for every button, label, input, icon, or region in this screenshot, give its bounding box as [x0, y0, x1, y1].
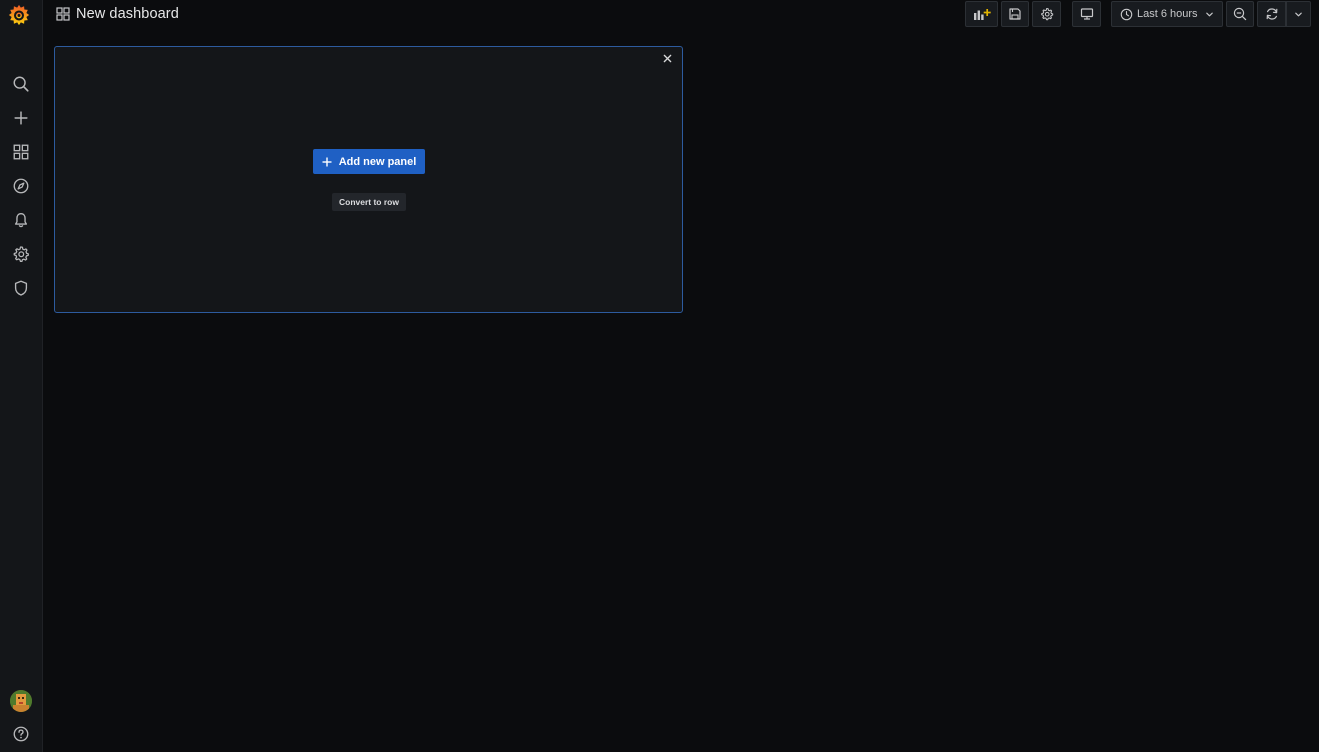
add-new-panel-label: Add new panel [338, 155, 417, 168]
sidebar-item-help[interactable] [0, 719, 42, 749]
chevron-down-icon [1206, 12, 1213, 17]
help-icon [13, 726, 29, 742]
sidebar-item-dashboards[interactable] [0, 137, 42, 167]
dashboard-title-link[interactable]: New dashboard [56, 4, 179, 24]
explore-icon [13, 178, 29, 194]
add-panel-icon [973, 9, 991, 20]
dashboard-grid-icon [56, 7, 70, 21]
sidebar-item-search[interactable] [0, 69, 42, 99]
tv-mode-button[interactable] [1072, 1, 1101, 27]
time-range-label: Last 6 hours [1137, 8, 1198, 20]
tv-mode-icon [1080, 8, 1093, 20]
page-title: New dashboard [76, 6, 179, 22]
close-panel-button[interactable] [660, 51, 674, 65]
plus-icon [322, 157, 332, 166]
sidebar-item-explore[interactable] [0, 171, 42, 201]
grafana-logo[interactable] [6, 2, 32, 28]
convert-to-row-label: Convert to row [339, 197, 399, 207]
close-icon [663, 54, 671, 62]
plus-icon [14, 111, 28, 125]
refresh-icon [1266, 8, 1277, 20]
refresh-button[interactable] [1257, 1, 1286, 27]
dashboard-settings-button[interactable] [1032, 1, 1061, 27]
sidebar-item-configuration[interactable] [0, 239, 42, 269]
settings-icon [1040, 8, 1053, 21]
dashboard-navbar: New dashboard Last 6 hours [43, 0, 1319, 30]
add-new-panel-button[interactable]: Add new panel [313, 149, 425, 174]
side-menu [0, 0, 43, 752]
search-icon [13, 76, 29, 92]
add-panel-widget: Add new panel Convert to row [54, 46, 683, 313]
time-range-picker[interactable]: Last 6 hours [1111, 1, 1223, 27]
configuration-icon [13, 246, 29, 263]
avatar[interactable] [10, 690, 32, 712]
convert-to-row-button[interactable]: Convert to row [332, 193, 406, 211]
shield-icon [14, 280, 28, 296]
add-panel-button[interactable] [965, 1, 998, 27]
sidebar-item-server-admin[interactable] [0, 273, 42, 303]
save-dashboard-button[interactable] [1001, 1, 1029, 27]
zoom-out-icon [1233, 7, 1247, 21]
chevron-down-icon [1295, 12, 1302, 16]
clock-icon [1120, 8, 1133, 20]
save-icon [1009, 8, 1021, 20]
dashboards-icon [13, 144, 29, 160]
refresh-interval-dropdown[interactable] [1286, 1, 1311, 27]
sidebar-item-alerting[interactable] [0, 205, 42, 235]
sidebar-item-create[interactable] [0, 103, 42, 133]
zoom-out-button[interactable] [1226, 1, 1254, 27]
alerting-icon [14, 213, 28, 228]
